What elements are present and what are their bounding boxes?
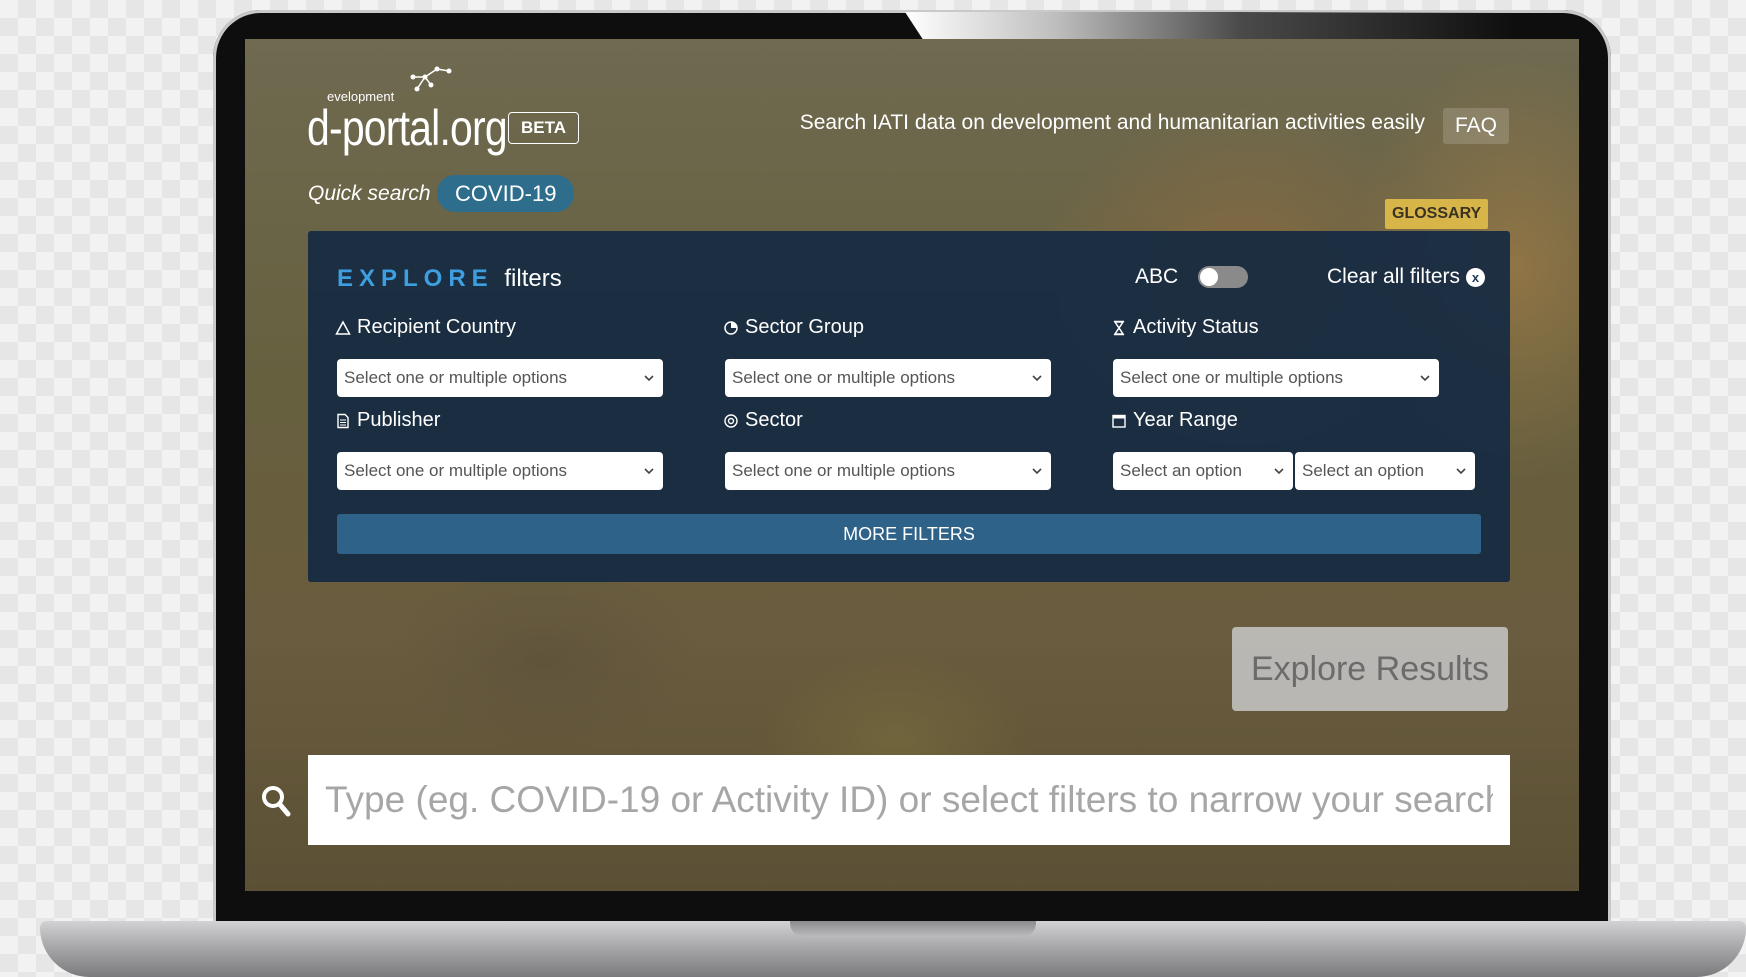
select-placeholder: Select one or multiple options <box>1120 368 1344 387</box>
search-input[interactable] <box>323 778 1495 822</box>
sector-select[interactable]: Select one or multiple options <box>725 452 1051 490</box>
clear-all-label: Clear all filters <box>1327 265 1461 288</box>
panel-title: EXPLORE filters <box>337 265 562 293</box>
recipient-country-select[interactable]: Select one or multiple options <box>337 359 663 397</box>
sector-label: Sector <box>723 409 803 432</box>
activity-status-select[interactable]: Select one or multiple options <box>1113 359 1439 397</box>
clear-all-filters-button[interactable]: Clear all filters x <box>1327 265 1486 289</box>
publisher-label: Publisher <box>335 409 440 432</box>
chevron-down-icon <box>1456 468 1466 475</box>
search-icon[interactable] <box>261 785 291 822</box>
chevron-down-icon <box>1420 375 1430 382</box>
year-range-from-select[interactable]: Select an option <box>1113 452 1293 490</box>
panel-title-filters: filters <box>504 265 562 292</box>
select-placeholder: Select one or multiple options <box>732 461 956 480</box>
recipient-country-label: Recipient Country <box>335 316 516 339</box>
chevron-down-icon <box>644 468 654 475</box>
recipient-country-text: Recipient Country <box>357 316 516 338</box>
chevron-down-icon <box>1032 468 1042 475</box>
select-placeholder: Select one or multiple options <box>732 368 956 387</box>
panel-title-explore: EXPLORE <box>337 265 494 292</box>
tagline: Search IATI data on development and huma… <box>799 111 1425 134</box>
activity-status-label: Activity Status <box>1111 316 1259 339</box>
chevron-down-icon <box>644 375 654 382</box>
publisher-text: Publisher <box>357 409 441 431</box>
sector-group-select[interactable]: Select one or multiple options <box>725 359 1051 397</box>
chevron-down-icon <box>1274 468 1284 475</box>
explore-results-button[interactable]: Explore Results <box>1232 627 1508 711</box>
sector-text: Sector <box>745 409 803 431</box>
quick-search-label: Quick search <box>308 182 431 205</box>
glossary-button[interactable]: GLOSSARY <box>1385 199 1489 229</box>
quick-search-covid-chip[interactable]: COVID-19 <box>437 175 575 212</box>
app-screen: evelopment d-portal.org BETA Search IATI… <box>245 39 1579 891</box>
abc-label: ABC <box>1135 265 1179 288</box>
laptop-notch <box>790 921 1036 937</box>
pie-chart-icon <box>724 320 738 335</box>
target-icon <box>724 413 738 428</box>
chevron-down-icon <box>1032 375 1042 382</box>
year-range-to-select[interactable]: Select an option <box>1295 452 1475 490</box>
year-range-label: Year Range <box>1111 409 1238 432</box>
toggle-knob <box>1200 268 1218 286</box>
publisher-select[interactable]: Select one or multiple options <box>337 452 663 490</box>
triangle-icon <box>335 319 351 335</box>
more-filters-button[interactable]: MORE FILTERS <box>337 514 1481 554</box>
select-placeholder: Select an option <box>1302 461 1424 480</box>
select-placeholder: Select one or multiple options <box>344 461 568 480</box>
hourglass-icon <box>1113 320 1125 335</box>
search-bar <box>308 755 1510 845</box>
explore-filters-panel: EXPLORE filters ABC Clear all filters x … <box>308 231 1510 582</box>
select-placeholder: Select an option <box>1120 461 1242 480</box>
year-range-text: Year Range <box>1133 409 1238 431</box>
close-icon: x <box>1466 267 1486 287</box>
calendar-icon <box>1112 414 1126 428</box>
beta-badge: BETA <box>508 112 580 144</box>
logo-network-icon <box>407 59 457 104</box>
logo[interactable]: d-portal.org <box>307 99 508 157</box>
sector-group-text: Sector Group <box>745 316 864 338</box>
select-placeholder: Select one or multiple options <box>344 368 568 387</box>
abc-toggle[interactable] <box>1198 266 1248 288</box>
document-icon <box>337 413 349 428</box>
activity-status-text: Activity Status <box>1133 316 1259 338</box>
sector-group-label: Sector Group <box>723 316 864 339</box>
faq-link[interactable]: FAQ <box>1442 108 1509 144</box>
screen-glare <box>905 12 1515 40</box>
